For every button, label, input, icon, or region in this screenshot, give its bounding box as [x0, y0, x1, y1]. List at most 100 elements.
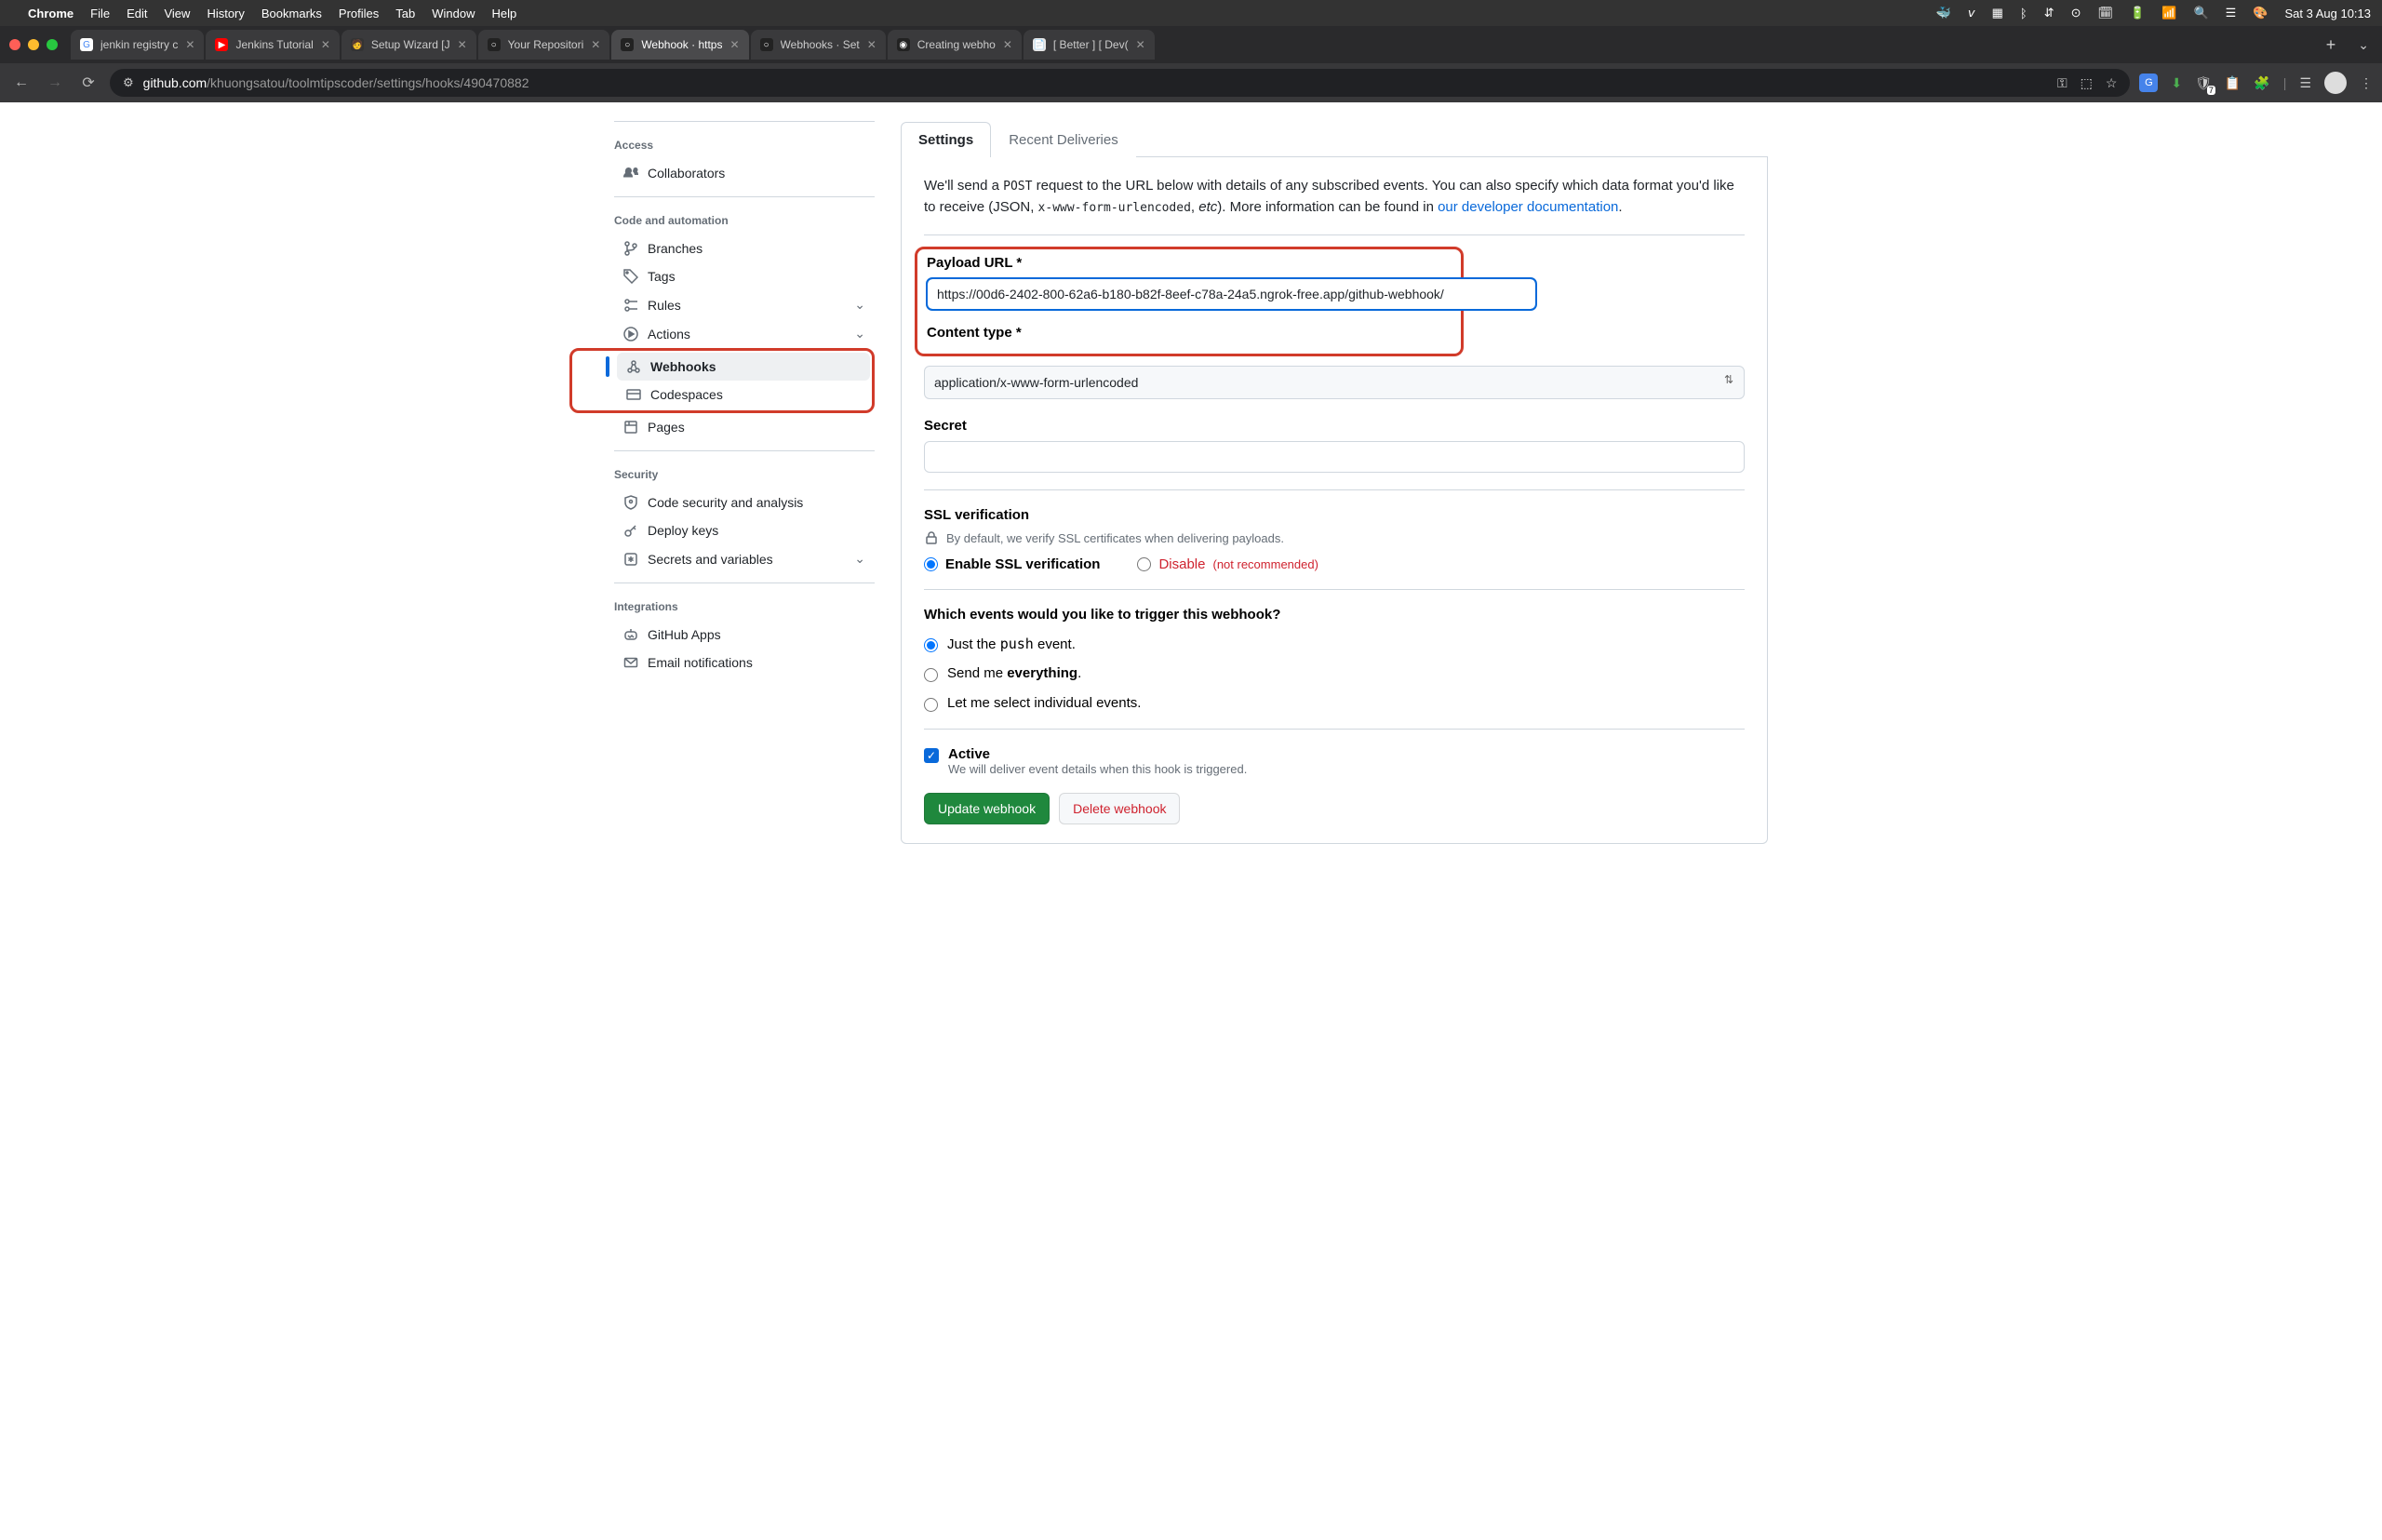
bookmark-star-icon[interactable]: ☆	[2106, 75, 2118, 91]
ssl-enable-radio[interactable]	[924, 557, 938, 571]
sidebar-item-webhooks[interactable]: Webhooks	[617, 353, 870, 381]
browser-tab[interactable]: 🧑Setup Wizard [J✕	[341, 30, 476, 60]
people-icon	[623, 166, 638, 181]
browser-tab[interactable]: ○Your Repositori✕	[478, 30, 610, 60]
ssl-enable-option[interactable]: Enable SSL verification	[924, 556, 1100, 572]
install-app-icon[interactable]: ⬚	[2081, 75, 2093, 91]
control-center-icon[interactable]: ☰	[2226, 6, 2237, 20]
docker-menulet-icon[interactable]: 🐳	[1936, 6, 1951, 20]
ssl-disable-option[interactable]: Disable (not recommended)	[1137, 556, 1318, 572]
tab-close-icon[interactable]: ✕	[729, 38, 739, 51]
clock[interactable]: Sat 3 Aug 10:13	[2284, 7, 2371, 20]
events-heading: Which events would you like to trigger t…	[924, 607, 1745, 623]
update-webhook-button[interactable]: Update webhook	[924, 793, 1050, 824]
sidebar-item-email-notifications[interactable]: Email notifications	[614, 649, 875, 676]
profile-avatar[interactable]	[2324, 72, 2347, 94]
secret-input[interactable]	[924, 441, 1745, 473]
menu-profiles[interactable]: Profiles	[339, 7, 379, 20]
tab-settings[interactable]: Settings	[901, 122, 991, 157]
spotlight-icon[interactable]: 🔍	[2193, 6, 2208, 20]
events-everything-option[interactable]: Send me everything.	[924, 665, 1745, 682]
sidebar-item-pages[interactable]: Pages	[614, 413, 875, 441]
sidebar-item-tags[interactable]: Tags	[614, 262, 875, 290]
payload-url-input[interactable]	[927, 278, 1536, 310]
chrome-menu-icon[interactable]: ⋮	[2360, 75, 2373, 91]
play-menulet-icon[interactable]: ⊙	[2071, 6, 2081, 20]
window-minimize-icon[interactable]	[28, 39, 39, 50]
active-row[interactable]: ✓ Active We will deliver event details w…	[924, 746, 1745, 776]
bluetooth-icon[interactable]: ᛒ	[2020, 7, 2027, 20]
ports-icon[interactable]: ⇵	[2044, 6, 2054, 20]
sidebar-item-actions[interactable]: Actions ⌄	[614, 319, 875, 348]
app-name[interactable]: Chrome	[28, 7, 74, 20]
events-everything-radio[interactable]	[924, 668, 938, 682]
adblock-extension-icon[interactable]: 🛡7	[2195, 75, 2212, 91]
menu-view[interactable]: View	[164, 7, 190, 20]
browser-toolbar: ← → ⟳ ⚙ github.com/khuongsatou/toolmtips…	[0, 63, 2382, 102]
reading-list-icon[interactable]: ☰	[2299, 75, 2311, 91]
wifi-icon[interactable]: 📶	[2161, 6, 2176, 20]
menu-help[interactable]: Help	[492, 7, 517, 20]
menu-bookmarks[interactable]: Bookmarks	[261, 7, 322, 20]
sidebar-item-codespaces[interactable]: Codespaces	[617, 381, 870, 408]
site-info-icon[interactable]: ⚙	[123, 75, 134, 90]
password-key-icon[interactable]: ⚿	[2057, 75, 2068, 91]
browser-tab[interactable]: Gjenkin registry c✕	[71, 30, 204, 60]
sidebar-item-rules[interactable]: Rules ⌄	[614, 290, 875, 319]
download-extension-icon[interactable]: ⬇	[2171, 75, 2182, 91]
active-checkbox[interactable]: ✓	[924, 748, 939, 763]
sidebar-item-label: Branches	[648, 241, 703, 256]
tab-close-icon[interactable]: ✕	[1136, 38, 1145, 51]
menu-edit[interactable]: Edit	[127, 7, 147, 20]
events-push-radio[interactable]	[924, 638, 938, 652]
sidebar-item-secrets[interactable]: Secrets and variables ⌄	[614, 544, 875, 573]
browser-tab[interactable]: ○Webhooks · Set✕	[751, 30, 886, 60]
delete-webhook-button[interactable]: Delete webhook	[1059, 793, 1180, 824]
content-type-select[interactable]: application/x-www-form-urlencoded	[924, 366, 1745, 399]
calendar-menulet-icon[interactable]: 🗓	[2098, 6, 2114, 20]
tab-close-icon[interactable]: ✕	[185, 38, 194, 51]
nav-reload-button[interactable]: ⟳	[76, 74, 100, 92]
nu-menulet-icon[interactable]: 𝘷	[1968, 6, 1975, 20]
new-tab-button[interactable]: +	[2317, 35, 2346, 55]
sidebar-item-github-apps[interactable]: GitHub Apps	[614, 621, 875, 649]
battery-icon[interactable]: 🔋	[2130, 6, 2145, 20]
nav-forward-button[interactable]: →	[43, 74, 67, 91]
translate-extension-icon[interactable]: G	[2139, 74, 2158, 92]
menu-window[interactable]: Window	[432, 7, 475, 20]
clipboard-extension-icon[interactable]: 📋	[2225, 75, 2241, 91]
window-close-icon[interactable]	[9, 39, 20, 50]
menu-history[interactable]: History	[207, 7, 244, 20]
sidebar-item-label: Tags	[648, 269, 676, 284]
grid-menulet-icon[interactable]: ▦	[1992, 6, 2003, 20]
events-push-option[interactable]: Just the push event.	[924, 636, 1745, 652]
developer-docs-link[interactable]: our developer documentation	[1438, 199, 1618, 215]
sidebar-item-code-security[interactable]: Code security and analysis	[614, 489, 875, 516]
browser-tab[interactable]: ▶Jenkins Tutorial✕	[206, 30, 339, 60]
page-content: Access Collaborators Code and automation…	[0, 102, 2382, 1540]
tab-close-icon[interactable]: ✕	[1003, 38, 1012, 51]
browser-tab[interactable]: ◉Creating webho✕	[888, 30, 1022, 60]
window-fullscreen-icon[interactable]	[47, 39, 58, 50]
active-label: Active	[948, 746, 1247, 762]
browser-tab[interactable]: 📄[ Better ] [ Dev(✕	[1024, 30, 1155, 60]
nav-back-button[interactable]: ←	[9, 74, 33, 91]
events-individual-option[interactable]: Let me select individual events.	[924, 695, 1745, 712]
sidebar-item-deploy-keys[interactable]: Deploy keys	[614, 516, 875, 544]
extensions-icon[interactable]: 🧩	[2254, 75, 2269, 91]
tab-list-dropdown-icon[interactable]: ⌄	[2345, 37, 2382, 53]
tab-close-icon[interactable]: ✕	[321, 38, 330, 51]
tab-close-icon[interactable]: ✕	[591, 38, 600, 51]
address-bar[interactable]: ⚙ github.com/khuongsatou/toolmtipscoder/…	[110, 69, 2130, 97]
sidebar-item-branches[interactable]: Branches	[614, 234, 875, 262]
sidebar-item-collaborators[interactable]: Collaborators	[614, 159, 875, 187]
menu-file[interactable]: File	[90, 7, 110, 20]
siri-icon[interactable]: 🎨	[2253, 6, 2268, 20]
events-individual-radio[interactable]	[924, 698, 938, 712]
tab-close-icon[interactable]: ✕	[867, 38, 877, 51]
tab-recent-deliveries[interactable]: Recent Deliveries	[991, 122, 1136, 157]
menu-tab[interactable]: Tab	[395, 7, 415, 20]
tab-close-icon[interactable]: ✕	[458, 38, 467, 51]
browser-tab[interactable]: ○Webhook · https✕	[611, 30, 748, 60]
ssl-disable-radio[interactable]	[1137, 557, 1151, 571]
